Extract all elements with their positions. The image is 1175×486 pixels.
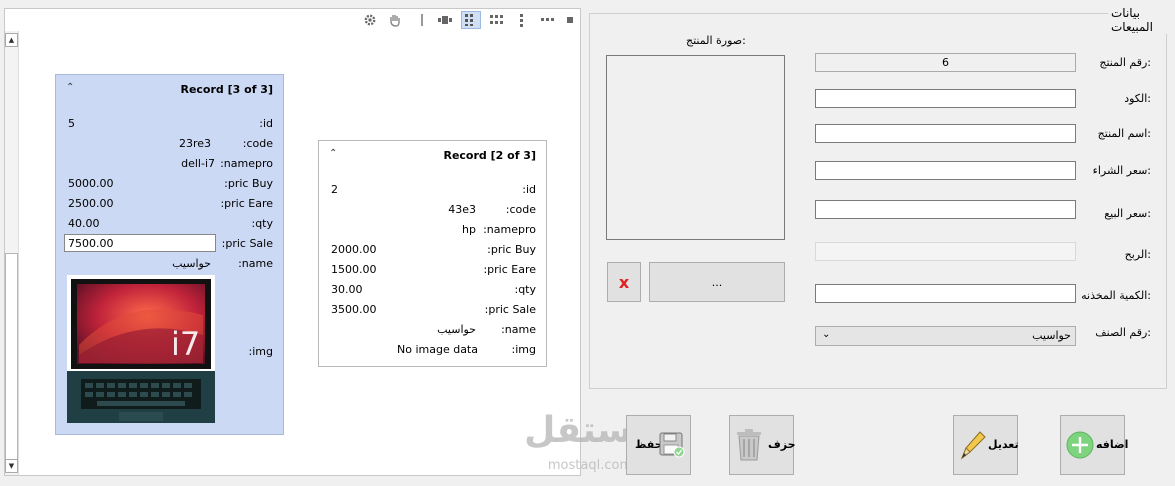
chevron-up-icon[interactable]: ⌃ bbox=[329, 148, 337, 159]
field-label-namepro: :namepro bbox=[483, 223, 536, 236]
label-sale-price: سعر البيع: bbox=[1104, 207, 1151, 220]
category-select[interactable]: ⌄ حواسيب bbox=[815, 326, 1076, 346]
code-field[interactable] bbox=[815, 89, 1076, 108]
record-card-grid[interactable]: ▲ ▼ ⌃ Record [3 of 3] 5 :id 23re3 :code … bbox=[4, 8, 581, 476]
label-product-name: اسم المنتج: bbox=[1097, 127, 1151, 140]
sale-price-field[interactable] bbox=[815, 200, 1076, 219]
clear-image-button[interactable]: x bbox=[607, 262, 641, 302]
field-label-pric-sale: :pric Sale bbox=[221, 237, 273, 250]
category-select-value: حواسيب bbox=[1032, 329, 1071, 342]
field-value-id: 2 bbox=[331, 183, 338, 196]
vertical-scrollbar[interactable]: ▲ ▼ bbox=[5, 31, 19, 475]
browse-image-button[interactable]: ... bbox=[649, 262, 785, 302]
field-value-qty: 30.00 bbox=[331, 283, 363, 296]
field-value-namepro: hp bbox=[462, 223, 476, 236]
profit-field bbox=[815, 242, 1076, 261]
grid-view-icon[interactable] bbox=[487, 11, 507, 29]
field-value-pric-buy: 2000.00 bbox=[331, 243, 377, 256]
label-code: الكود: bbox=[1124, 92, 1151, 105]
field-label-pric-buy: :pric Buy bbox=[224, 177, 273, 190]
chevron-up-icon[interactable]: ⌃ bbox=[66, 82, 74, 93]
card-view-icon[interactable] bbox=[435, 11, 455, 29]
product-number-field[interactable]: 6 bbox=[815, 53, 1076, 72]
browse-label: ... bbox=[711, 275, 723, 289]
row-view-icon[interactable] bbox=[538, 11, 558, 29]
floppy-disk-icon bbox=[659, 432, 685, 458]
save-button[interactable]: حفظ bbox=[626, 415, 691, 475]
grid-toolbar bbox=[5, 9, 580, 31]
field-value-code: 43e3 bbox=[448, 203, 476, 216]
product-name-field[interactable] bbox=[815, 124, 1076, 143]
pan-icon[interactable] bbox=[385, 11, 405, 29]
field-label-img: :img bbox=[248, 345, 273, 358]
label-profit: الربح: bbox=[1124, 248, 1151, 261]
label-category: رقم الصنف: bbox=[1095, 326, 1151, 339]
field-value-pric-buy: 5000.00 bbox=[68, 177, 114, 190]
field-label-pric-eare: :pric Eare bbox=[483, 263, 536, 276]
group-title: بيانات المبيعات bbox=[1108, 6, 1175, 34]
field-editor-pric-sale[interactable]: 7500.00 bbox=[64, 234, 216, 252]
product-image-box[interactable] bbox=[606, 55, 785, 240]
field-value-namepro: dell-i7 bbox=[181, 157, 215, 170]
tile-view-icon[interactable] bbox=[461, 11, 481, 29]
field-label-pric-eare: :pric Eare bbox=[220, 197, 273, 210]
scroll-down-icon[interactable]: ▼ bbox=[5, 459, 18, 473]
add-button[interactable]: اضافه bbox=[1060, 415, 1129, 475]
image-i7-text: i7 bbox=[171, 325, 200, 363]
label-stock-qty: الكمية المخذنه: bbox=[1081, 289, 1151, 302]
purchase-price-field[interactable] bbox=[815, 161, 1076, 180]
stock-qty-field[interactable] bbox=[815, 284, 1076, 303]
delete-label: حزف bbox=[768, 438, 796, 451]
separator-icon bbox=[412, 11, 432, 29]
card-title: Record [3 of 3] bbox=[180, 83, 273, 96]
field-value-pric-eare: 2500.00 bbox=[68, 197, 114, 210]
field-value-pric-sale: 3500.00 bbox=[331, 303, 377, 316]
edit-label: تعديل bbox=[988, 438, 1019, 451]
pencil-icon bbox=[960, 431, 986, 460]
field-label-img: :img bbox=[511, 343, 536, 356]
field-label-id: :id bbox=[522, 183, 536, 196]
add-label: اضافه bbox=[1096, 438, 1129, 451]
close-icon: x bbox=[618, 272, 630, 292]
record-card-2[interactable]: ⌃ Record [2 of 3] 2 :id 43e3 :code hp :n… bbox=[318, 140, 547, 367]
field-value-img: No image data bbox=[397, 343, 478, 356]
product-image: i7 bbox=[67, 275, 215, 423]
chevron-down-icon: ⌄ bbox=[822, 329, 831, 340]
gear-icon[interactable] bbox=[360, 11, 380, 29]
field-value-name: حواسيب bbox=[437, 323, 476, 336]
card-title: Record [2 of 3] bbox=[443, 149, 536, 162]
field-value-name: حواسيب bbox=[172, 257, 211, 270]
field-label-code: :code bbox=[505, 203, 536, 216]
plus-circle-icon bbox=[1066, 431, 1094, 459]
field-value-code: 23re3 bbox=[178, 137, 211, 150]
field-label-qty: :qty bbox=[251, 217, 273, 230]
product-image-label: صورة المنتج: bbox=[686, 34, 746, 47]
card-header[interactable]: ⌃ Record [3 of 3] bbox=[56, 75, 283, 103]
scroll-up-icon[interactable]: ▲ bbox=[5, 33, 18, 47]
label-purchase-price: سعر الشراء: bbox=[1092, 164, 1151, 177]
field-label-id: :id bbox=[259, 117, 273, 130]
edit-button[interactable]: تعديل bbox=[953, 415, 1019, 475]
trash-icon bbox=[737, 429, 761, 461]
label-product-number: رقم المنتج: bbox=[1099, 56, 1151, 69]
field-label-code: :code bbox=[242, 137, 273, 150]
record-card-3[interactable]: ⌃ Record [3 of 3] 5 :id 23re3 :code dell… bbox=[55, 74, 284, 435]
column-view-icon[interactable] bbox=[512, 11, 532, 29]
field-value-id: 5 bbox=[68, 117, 75, 130]
card-header[interactable]: ⌃ Record [2 of 3] bbox=[319, 141, 546, 169]
field-label-qty: :qty bbox=[514, 283, 536, 296]
field-label-pric-buy: :pric Buy bbox=[487, 243, 536, 256]
field-value-qty: 40.00 bbox=[68, 217, 100, 230]
field-label-pric-sale: :pric Sale bbox=[484, 303, 536, 316]
single-view-icon[interactable] bbox=[560, 11, 580, 29]
field-value-pric-eare: 1500.00 bbox=[331, 263, 377, 276]
field-label-name: :name bbox=[501, 323, 536, 336]
field-label-name: :name bbox=[238, 257, 273, 270]
scroll-thumb[interactable] bbox=[5, 253, 18, 463]
field-label-namepro: :namepro bbox=[220, 157, 273, 170]
delete-button[interactable]: حزف bbox=[729, 415, 796, 475]
